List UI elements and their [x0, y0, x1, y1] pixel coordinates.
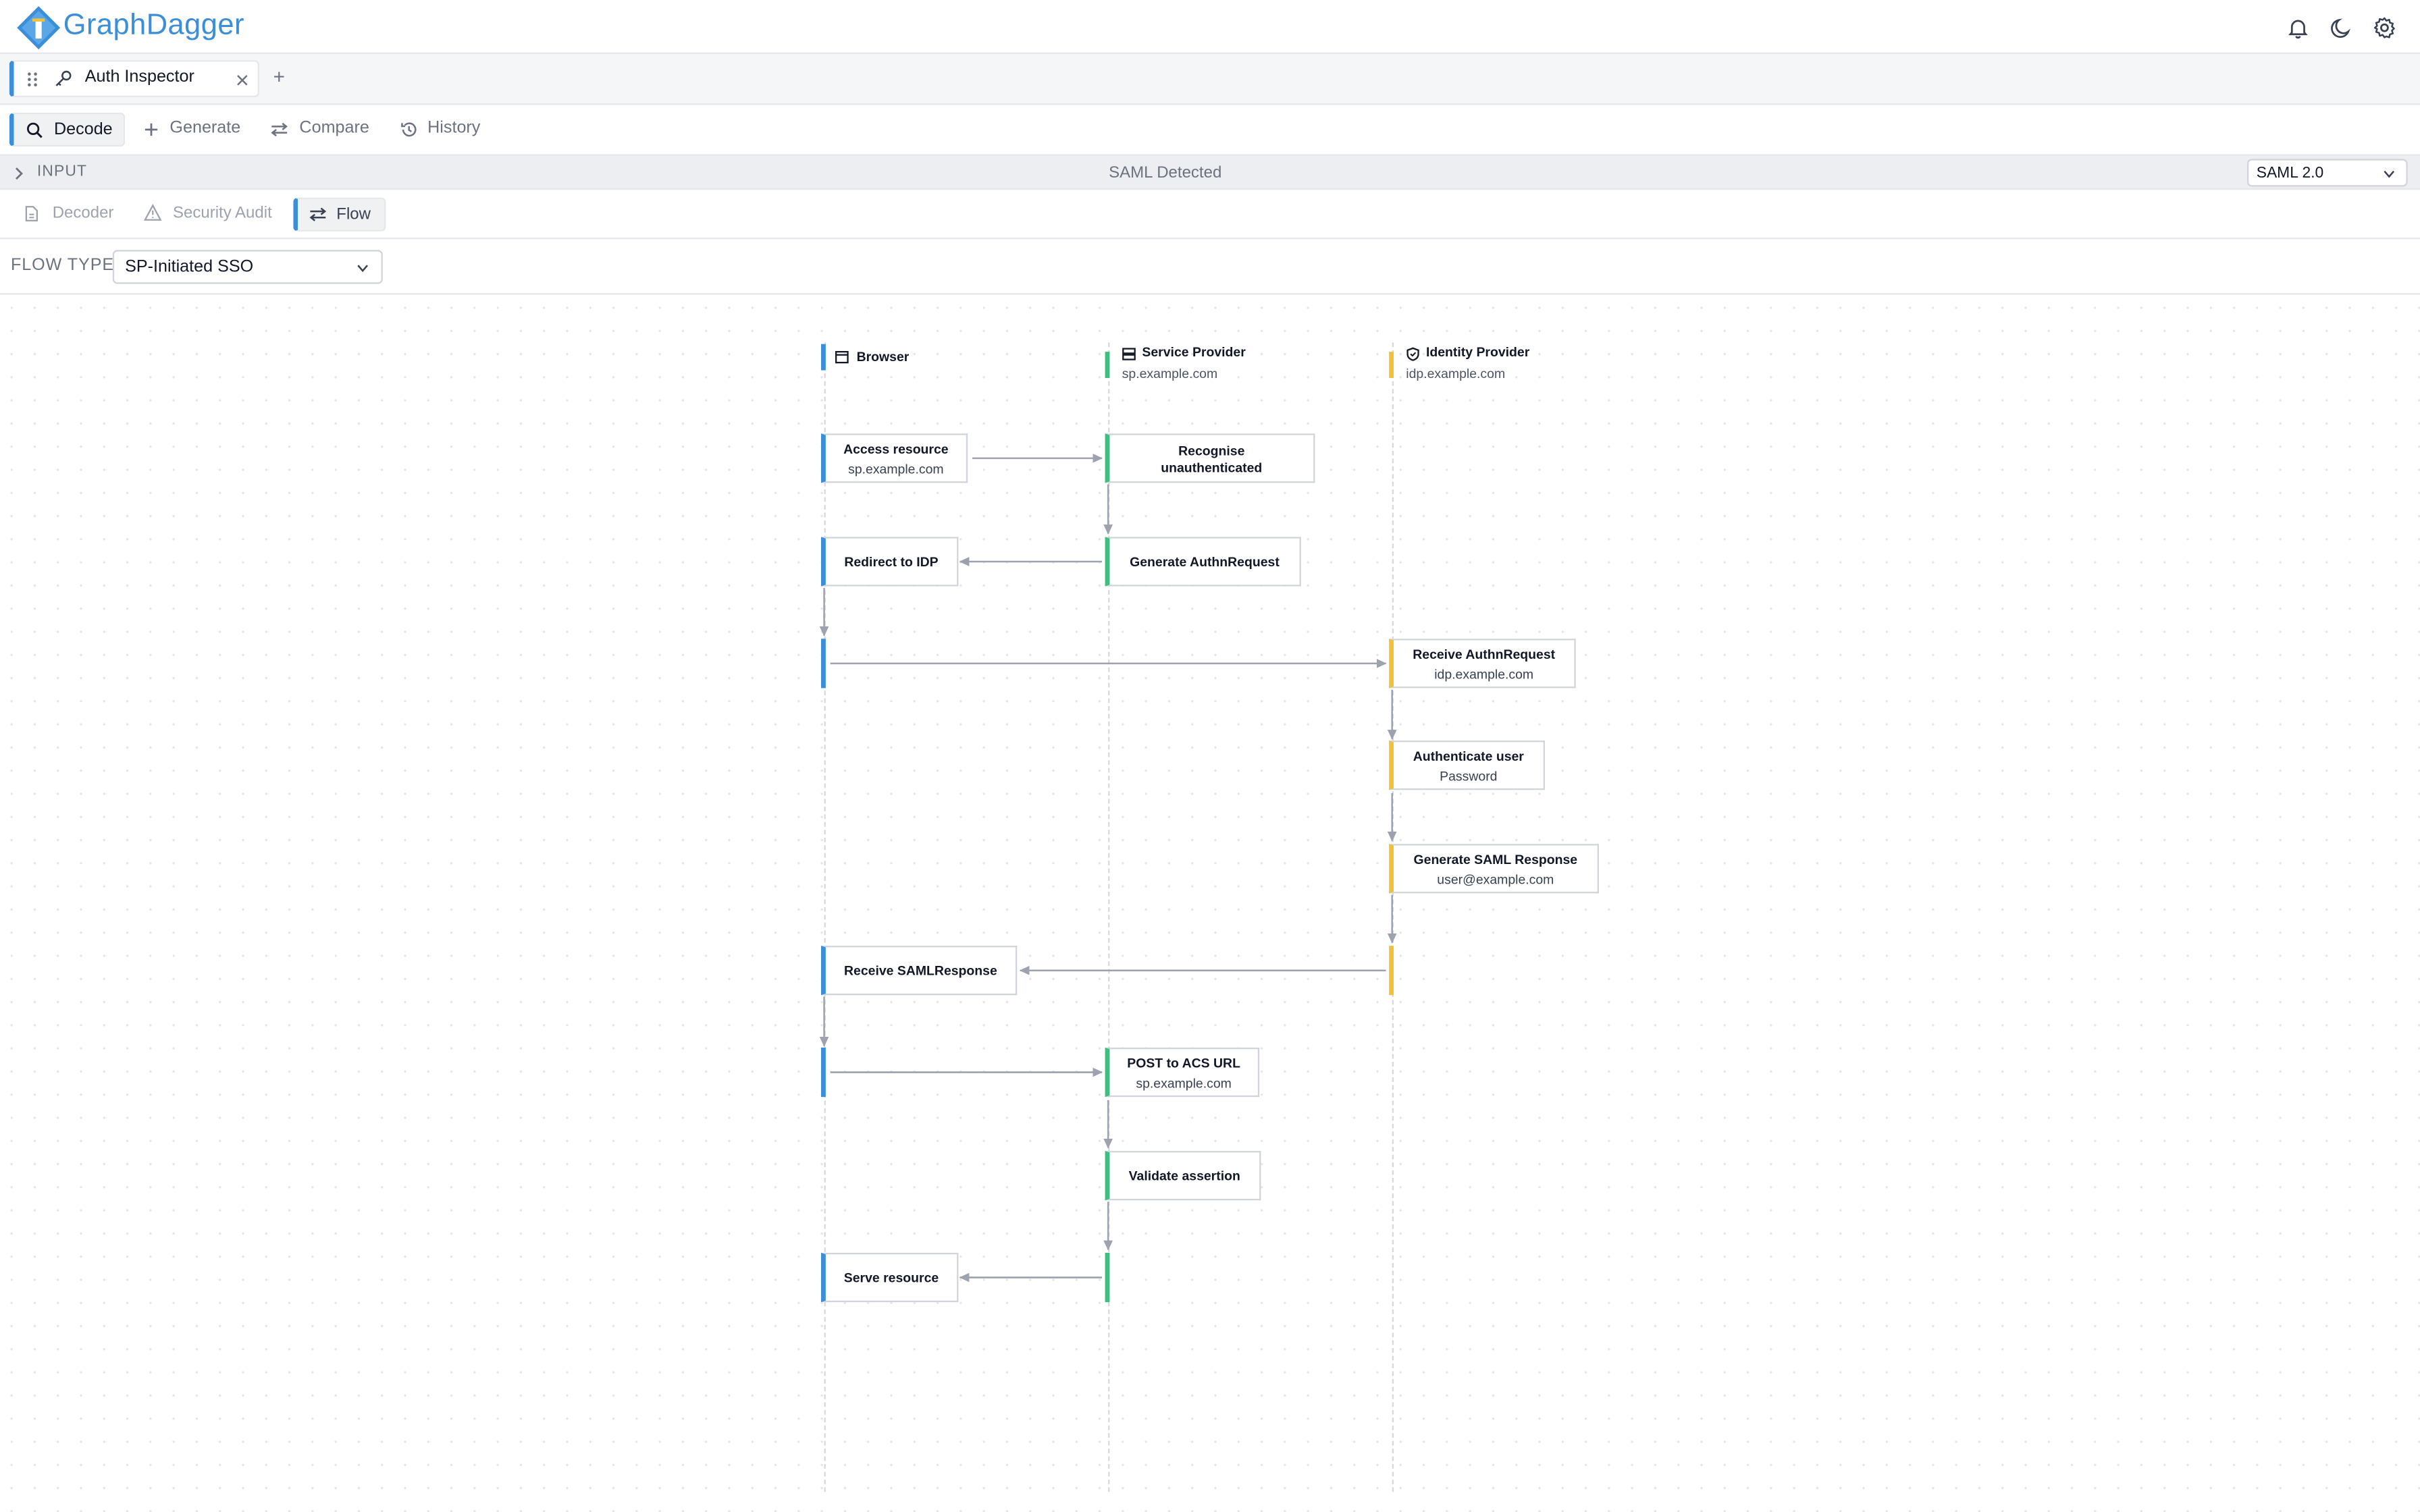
step-detail: idp.example.com: [1434, 666, 1534, 682]
swap-icon: [271, 122, 288, 137]
step-title: Receive SAMLResponse: [844, 963, 997, 979]
swap-icon: [309, 207, 327, 221]
history-button[interactable]: History: [396, 113, 492, 146]
decoder-label: Decoder: [52, 203, 114, 223]
tab-auth-inspector[interactable]: Auth Inspector: [9, 60, 259, 97]
warning-icon: [143, 204, 162, 221]
lane-header-browser: Browser: [820, 344, 1037, 371]
flow-label: Flow: [336, 205, 371, 224]
compare-label: Compare: [299, 118, 369, 138]
plus-icon: [144, 123, 158, 136]
generate-button[interactable]: Generate: [139, 113, 251, 146]
step-validate-assertion[interactable]: Validate assertion: [1105, 1151, 1261, 1201]
step-title: Generate SAML Response: [1413, 851, 1578, 867]
step-title: Validate assertion: [1128, 1168, 1240, 1184]
lane-color-bar: [1105, 352, 1110, 378]
tab-label: Auth Inspector: [84, 68, 194, 86]
flow-type-select[interactable]: SP-Initiated SSO: [112, 250, 383, 284]
security-audit-label: Security Audit: [172, 203, 272, 223]
browser-lifeline: [824, 342, 826, 1492]
browser-activation: [820, 1047, 826, 1098]
lane-host: idp.example.com: [1406, 365, 1506, 381]
detected-format: SAML Detected: [1109, 163, 1222, 182]
step-detail: sp.example.com: [1136, 1075, 1232, 1091]
chevron-down-icon: [357, 265, 368, 273]
close-icon[interactable]: [236, 74, 248, 86]
step-redirect-to-idp[interactable]: Redirect to IDP: [820, 537, 959, 587]
mode-toolbar: Decode Generate Compare History: [0, 105, 2420, 154]
identity-provider-lifeline: [1392, 342, 1394, 1492]
tab-flow[interactable]: Flow: [293, 197, 386, 232]
window-tab-bar: Auth Inspector +: [0, 53, 2420, 105]
lane-header-identity-provider: Identity Provider idp.example.com: [1389, 344, 1636, 384]
service-provider-lifeline: [1108, 342, 1110, 1492]
step-title: POST to ACS URL: [1127, 1055, 1240, 1071]
step-detail: user@example.com: [1437, 871, 1554, 888]
bell-icon[interactable]: [2286, 16, 2311, 40]
document-icon: [25, 206, 38, 221]
step-recognise-unauthenticated[interactable]: Recognise unauthenticated: [1105, 433, 1315, 483]
step-title: Access resource: [843, 441, 949, 457]
sub-tab-bar: Decoder Security Audit Flow: [0, 190, 2420, 240]
protocol-value: SAML 2.0: [2256, 165, 2324, 182]
step-title: Generate AuthnRequest: [1130, 554, 1280, 570]
step-title: Serve resource: [843, 1270, 939, 1285]
lane-name: Identity Provider: [1425, 344, 1530, 360]
step-title: Receive AuthnRequest: [1413, 646, 1556, 662]
app-brand[interactable]: GraphDagger: [63, 9, 244, 43]
lane-name: Service Provider: [1142, 344, 1246, 360]
step-receive-authnrequest[interactable]: Receive AuthnRequest idp.example.com: [1389, 639, 1576, 688]
gear-icon[interactable]: [2372, 16, 2397, 40]
browser-icon: [835, 350, 849, 364]
flow-type-value: SP-Initiated SSO: [125, 257, 254, 277]
protocol-select[interactable]: SAML 2.0: [2246, 159, 2408, 187]
sp-activation: [1105, 1252, 1110, 1303]
chevron-down-icon: [2384, 170, 2395, 178]
step-title: Redirect to IDP: [844, 554, 939, 570]
decode-button[interactable]: Decode: [9, 112, 126, 147]
step-receive-samlresponse[interactable]: Receive SAMLResponse: [820, 946, 1018, 996]
key-icon: [55, 70, 72, 86]
drag-handle-icon[interactable]: [26, 71, 38, 88]
step-title: Recognise unauthenticated: [1161, 442, 1263, 475]
step-title: Authenticate user: [1413, 748, 1524, 764]
browser-activation: [820, 639, 826, 688]
step-authenticate-user[interactable]: Authenticate user Password: [1389, 740, 1545, 790]
tab-decoder[interactable]: Decoder: [16, 198, 127, 232]
compare-button[interactable]: Compare: [267, 113, 378, 146]
generate-label: Generate: [169, 118, 241, 138]
step-detail: Password: [1440, 768, 1498, 784]
flow-type-label: FLOW TYPE: [10, 256, 115, 275]
input-bar[interactable]: INPUT SAML Detected SAML 2.0: [0, 154, 2420, 190]
flow-type-bar: FLOW TYPE SP-Initiated SSO: [0, 239, 2420, 295]
lane-color-bar: [1389, 352, 1394, 378]
search-icon: [26, 122, 43, 138]
shield-icon: [1406, 347, 1419, 361]
lane-host: sp.example.com: [1122, 365, 1218, 381]
step-post-to-acs-url[interactable]: POST to ACS URL sp.example.com: [1105, 1047, 1260, 1098]
lane-color-bar: [820, 344, 826, 371]
decode-label: Decode: [53, 120, 113, 139]
history-label: History: [427, 118, 481, 138]
step-generate-saml-response[interactable]: Generate SAML Response user@example.com: [1389, 844, 1599, 894]
server-icon: [1122, 348, 1136, 360]
step-detail: sp.example.com: [848, 461, 944, 477]
moon-icon[interactable]: [2329, 16, 2354, 40]
add-tab-button[interactable]: +: [273, 65, 285, 88]
history-icon: [401, 122, 417, 137]
idp-activation: [1389, 946, 1394, 996]
graphdagger-logo: [17, 6, 61, 50]
step-access-resource[interactable]: Access resource sp.example.com: [820, 433, 968, 483]
tab-security-audit[interactable]: Security Audit: [136, 198, 287, 232]
lane-header-service-provider: Service Provider sp.example.com: [1105, 344, 1352, 384]
step-generate-authnrequest[interactable]: Generate AuthnRequest: [1105, 537, 1301, 587]
step-serve-resource[interactable]: Serve resource: [820, 1252, 959, 1303]
lane-name: Browser: [856, 348, 910, 364]
app-header: GraphDagger: [0, 0, 2420, 54]
